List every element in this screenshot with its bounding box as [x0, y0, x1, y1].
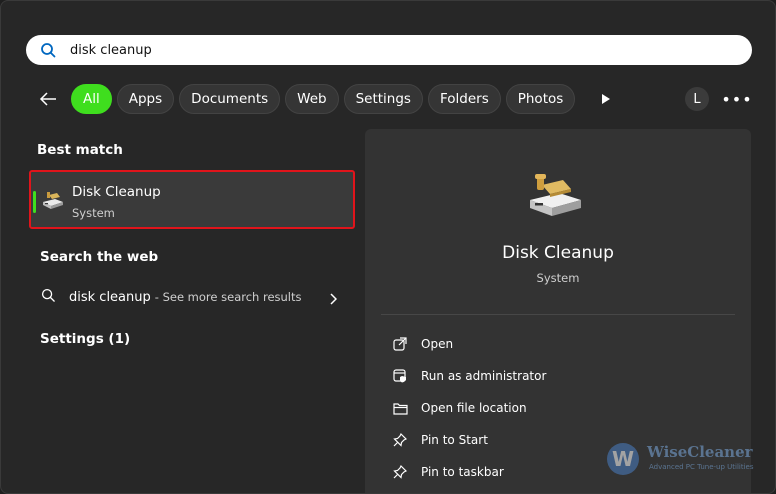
filter-all[interactable]: All: [71, 84, 112, 114]
best-match-title: Disk Cleanup: [72, 184, 161, 200]
search-box[interactable]: [26, 35, 752, 65]
back-arrow-icon[interactable]: [37, 88, 59, 110]
disk-cleanup-icon: [41, 190, 65, 214]
pin-icon: [391, 433, 409, 447]
detail-subtitle: System: [536, 271, 580, 285]
start-search-window: All Apps Documents Web Settings Folders …: [0, 0, 776, 494]
search-icon: [41, 288, 56, 307]
open-icon: [391, 337, 409, 351]
selection-indicator: [33, 191, 36, 213]
chevron-right-icon[interactable]: [329, 290, 338, 309]
search-web-heading: Search the web: [40, 249, 159, 265]
action-run-as-administrator[interactable]: Run as administrator: [391, 365, 546, 387]
action-run-as-administrator-label: Run as administrator: [421, 369, 547, 383]
web-search-result[interactable]: disk cleanup - See more search results: [41, 285, 341, 309]
action-open-label: Open: [421, 337, 454, 351]
watermark-tagline: Advanced PC Tune-up Utilities: [649, 463, 754, 471]
filter-web[interactable]: Web: [285, 84, 339, 114]
detail-title: Disk Cleanup: [502, 243, 614, 263]
filter-folders[interactable]: Folders: [427, 84, 501, 114]
search-input[interactable]: [68, 41, 712, 59]
divider: [381, 314, 735, 315]
filter-documents[interactable]: Documents: [179, 84, 281, 114]
action-pin-to-taskbar[interactable]: Pin to taskbar: [391, 461, 504, 483]
detail-panel: Disk Cleanup System Open Run as administ…: [365, 129, 751, 493]
web-query-suffix: - See more search results: [154, 290, 302, 304]
web-query: disk cleanup: [69, 289, 151, 305]
settings-heading[interactable]: Settings (1): [40, 331, 130, 347]
filter-apps[interactable]: Apps: [116, 84, 175, 114]
action-open-file-location-label: Open file location: [421, 401, 527, 415]
best-match-result[interactable]: Disk Cleanup System: [29, 170, 355, 229]
action-pin-to-start-label: Pin to Start: [421, 433, 488, 447]
filter-photos[interactable]: Photos: [505, 84, 576, 114]
disk-cleanup-icon: [525, 172, 585, 222]
action-open-file-location[interactable]: Open file location: [391, 397, 527, 419]
action-open[interactable]: Open: [391, 333, 453, 355]
play-icon[interactable]: [596, 93, 616, 105]
best-match-heading: Best match: [37, 142, 123, 158]
watermark-logo: W WiseCleaner Advanced PC Tune-up Utilit…: [607, 441, 775, 477]
action-pin-to-start[interactable]: Pin to Start: [391, 429, 488, 451]
action-pin-to-taskbar-label: Pin to taskbar: [421, 465, 504, 479]
run-as-admin-icon: [391, 369, 409, 383]
more-options-button[interactable]: •••: [721, 87, 751, 111]
watermark-brand: WiseCleaner: [647, 443, 753, 461]
pin-icon: [391, 465, 409, 479]
watermark-logo-icon: W: [607, 443, 639, 475]
avatar[interactable]: L: [685, 87, 709, 111]
filter-bar: All Apps Documents Web Settings Folders …: [37, 83, 752, 115]
filter-settings[interactable]: Settings: [343, 84, 423, 114]
best-match-subtitle: System: [72, 206, 115, 220]
search-icon: [40, 41, 58, 59]
folder-icon: [391, 402, 409, 415]
